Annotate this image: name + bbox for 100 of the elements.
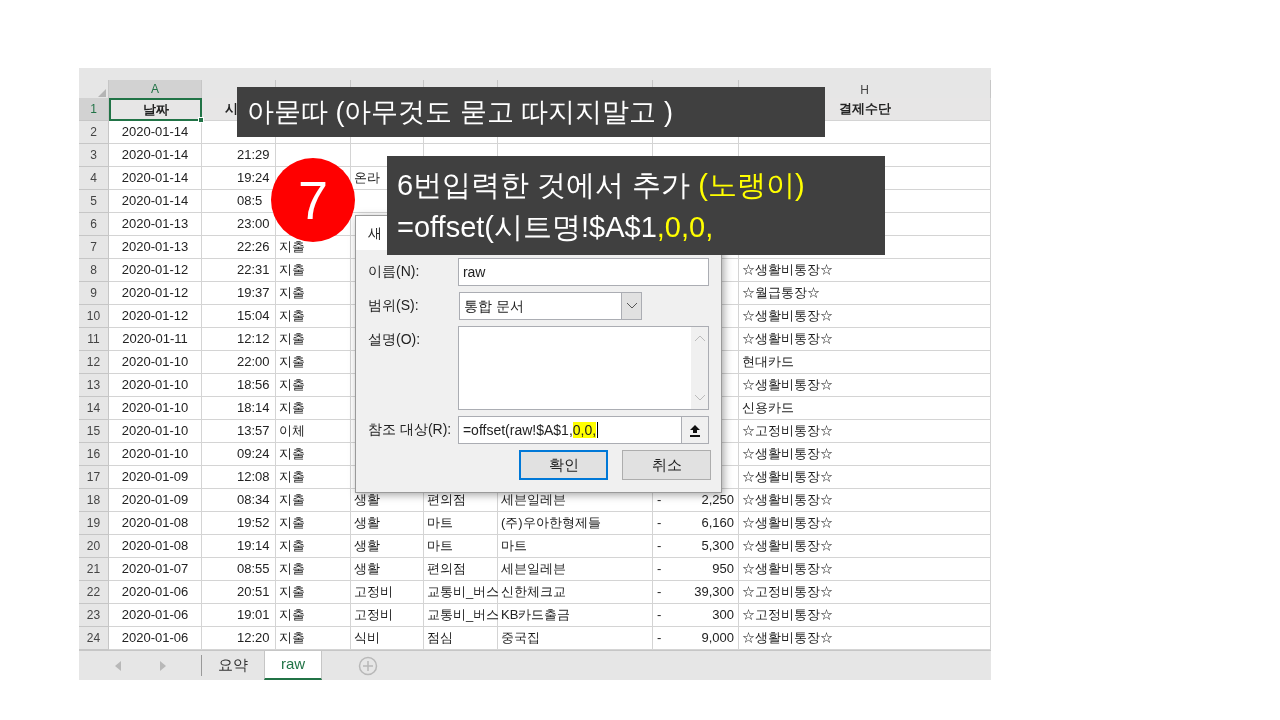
table-cell-text: 9,000 [701, 629, 734, 647]
row-header[interactable]: 9 [79, 282, 109, 305]
table-cell-text: 마트 [427, 537, 453, 555]
table-cell-text: 19:52 [237, 514, 270, 532]
table-cell-text: 12:08 [237, 468, 270, 486]
table-cell-text: 마트 [427, 514, 453, 532]
table-cell-text: 2020-01-14 [121, 169, 189, 187]
table-cell-text: 식비 [354, 629, 380, 647]
table-cell-text: ☆월급통장☆ [742, 284, 820, 302]
row-header[interactable]: 5 [79, 190, 109, 213]
row-header[interactable]: 3 [79, 144, 109, 167]
row-header[interactable]: 1 [79, 98, 109, 121]
table-cell-text: KB카드출금 [501, 606, 571, 624]
dialog-button[interactable]: 확인 [519, 450, 608, 480]
row-header[interactable]: 22 [79, 581, 109, 604]
table-cell-text: - [657, 583, 662, 601]
selected-column-header[interactable]: A [109, 80, 202, 100]
selected-cell[interactable]: 날짜 [109, 98, 202, 121]
row-header[interactable]: 7 [79, 236, 109, 259]
table-cell-text: ☆생활비통장☆ [742, 514, 833, 532]
table-cell-text: 2020-01-06 [121, 606, 189, 624]
table-cell-text: 신용카드 [742, 399, 794, 417]
table-cell-text: ☆생활비통장☆ [742, 629, 833, 647]
row-header[interactable]: 20 [79, 535, 109, 558]
table-cell-text: ☆고정비통장☆ [742, 606, 833, 624]
callout-banner: 아묻따 (아무것도 묻고 따지지말고 ) [237, 87, 825, 137]
table-cell-text: 지출 [279, 629, 305, 647]
sheet-tab[interactable]: raw [264, 651, 323, 680]
table-cell-text: 18:56 [237, 376, 270, 394]
table-cell-text: 2020-01-06 [121, 583, 189, 601]
table-cell-text: 2020-01-13 [121, 238, 189, 256]
table-cell-text: 15:04 [237, 307, 270, 325]
row-header[interactable]: 13 [79, 374, 109, 397]
table-cell-text: 300 [712, 606, 734, 624]
row-header[interactable]: 12 [79, 351, 109, 374]
row-header[interactable]: 14 [79, 397, 109, 420]
row-header[interactable]: 19 [79, 512, 109, 535]
table-cell-text: 생활 [354, 560, 380, 578]
row-header[interactable]: 11 [79, 328, 109, 351]
table-cell-text: 2020-01-09 [121, 468, 189, 486]
table-cell-text: - [657, 606, 662, 624]
table-cell-text: 12:20 [237, 629, 270, 647]
table-cell-text: 39,300 [694, 583, 734, 601]
table-cell-text: ☆고정비통장☆ [742, 422, 833, 440]
row-header[interactable]: 8 [79, 259, 109, 282]
table-cell-text: 지출 [279, 399, 305, 417]
note-line: 6번입력한 것에서 추가 (노랭이) [397, 167, 805, 203]
table-cell-text: 지출 [279, 537, 305, 555]
row-header[interactable]: 16 [79, 443, 109, 466]
row-header[interactable]: 15 [79, 420, 109, 443]
sheet-tab[interactable]: 요약 [202, 651, 264, 680]
table-cell-text: ☆생활비통장☆ [742, 560, 833, 578]
scroll-up-icon[interactable] [694, 335, 705, 341]
table-cell-text: 09:24 [237, 445, 270, 463]
column-letter[interactable]: H [860, 80, 869, 99]
table-cell-text: 5,300 [701, 537, 734, 555]
row-header[interactable]: 18 [79, 489, 109, 512]
comment-text-area[interactable] [457, 326, 709, 410]
table-cell-text: 2020-01-10 [121, 399, 189, 417]
row-header[interactable]: 23 [79, 604, 109, 627]
reference-input-field[interactable]: =offset(raw!$A$1,0,0, [457, 416, 709, 444]
collapse-dialog-icon[interactable] [689, 423, 701, 437]
table-cell-text: 2020-01-10 [121, 353, 189, 371]
table-cell-text: 2020-01-10 [121, 422, 189, 440]
row-header[interactable]: 6 [79, 213, 109, 236]
table-cell-text: 지출 [279, 514, 305, 532]
table-cell-text: 2020-01-08 [121, 514, 189, 532]
table-cell-text: 22:26 [237, 238, 270, 256]
scroll-down-icon[interactable] [694, 395, 705, 401]
name-input-field[interactable]: raw [457, 258, 709, 286]
scroll-right-icon[interactable] [159, 660, 166, 671]
table-cell-text: 세븐일레븐 [501, 560, 566, 578]
table-cell-text: ☆생활비통장☆ [742, 445, 833, 463]
table-cell-text: 22:31 [237, 261, 270, 279]
add-sheet-icon[interactable] [358, 655, 379, 676]
table-cell-text: 12:12 [237, 330, 270, 348]
column-heading: 시 [225, 100, 238, 118]
table-cell-text: 2020-01-10 [121, 376, 189, 394]
row-header[interactable]: 10 [79, 305, 109, 328]
row-header[interactable]: 17 [79, 466, 109, 489]
row-header[interactable]: 24 [79, 627, 109, 650]
table-cell-text: 2020-01-12 [121, 284, 189, 302]
scroll-left-icon[interactable] [114, 660, 121, 671]
row-header[interactable]: 2 [79, 121, 109, 144]
table-cell-text: 2020-01-07 [121, 560, 189, 578]
row-header[interactable]: 4 [79, 167, 109, 190]
table-cell-text: (주)우아한형제들 [501, 514, 601, 532]
table-cell-text: - [657, 491, 662, 509]
field-label: 설명(O): [368, 330, 422, 349]
row-header[interactable]: 21 [79, 558, 109, 581]
table-cell-text: 19:14 [237, 537, 270, 555]
table-cell-text: 23:00 [237, 215, 270, 233]
dialog-button[interactable]: 취소 [622, 450, 711, 480]
table-cell-text: 19:01 [237, 606, 270, 624]
dialog-title: 새 [368, 223, 382, 243]
table-cell-text: 2020-01-14 [121, 123, 189, 141]
table-cell-text: 2,250 [701, 491, 734, 509]
scope-dropdown[interactable]: 통합 문서 [459, 292, 642, 320]
table-cell-text: 2020-01-12 [121, 261, 189, 279]
table-cell-text: 중국집 [501, 629, 540, 647]
